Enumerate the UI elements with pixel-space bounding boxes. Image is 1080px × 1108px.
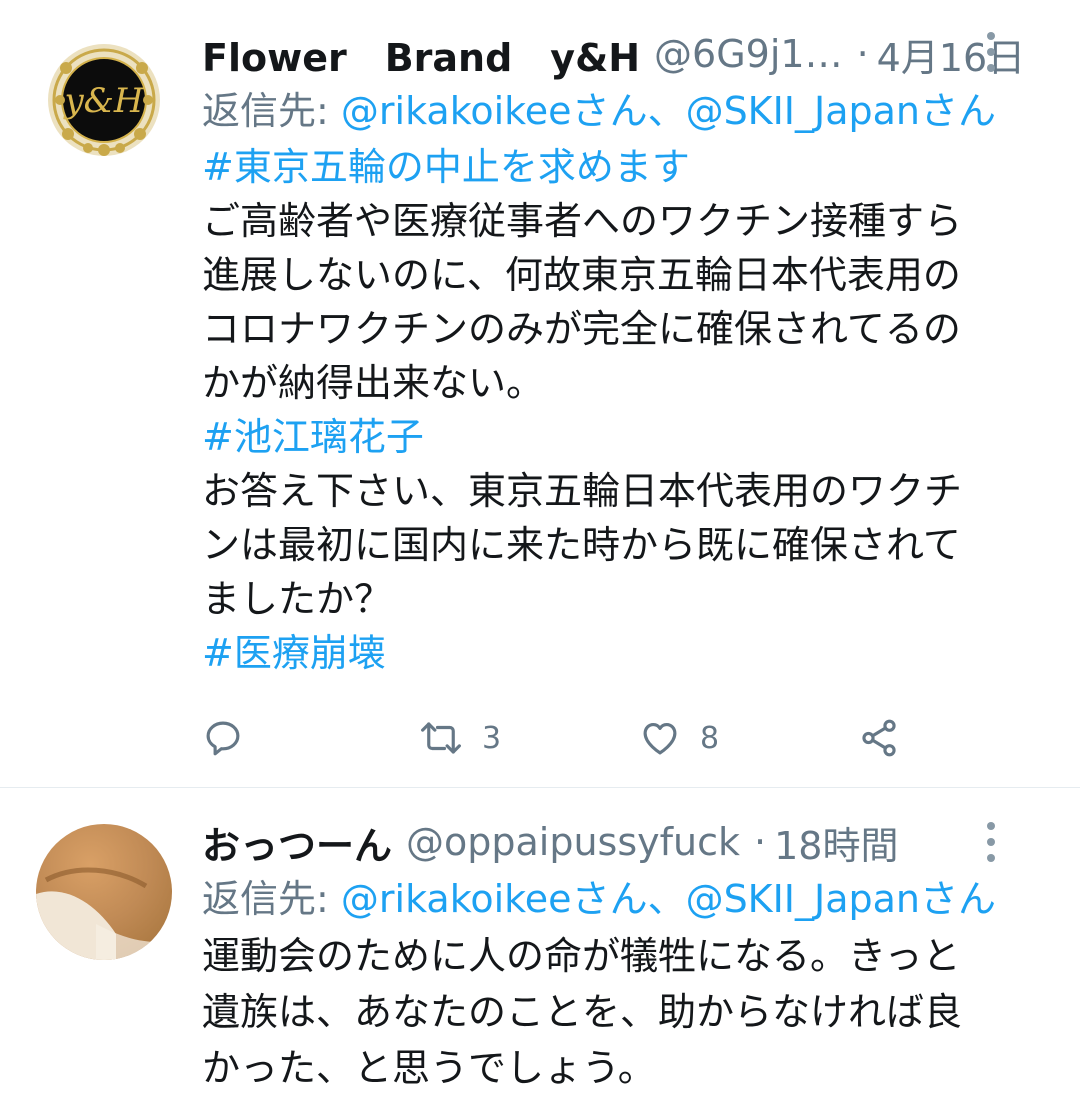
separator-dot: · bbox=[754, 820, 767, 864]
display-name[interactable]: おっつーん bbox=[202, 815, 392, 870]
tweet-content: おっつーん @oppaipussyfuck · 18時間 返信先: @rikak… bbox=[202, 0, 1042, 1108]
timestamp[interactable]: 18時間 bbox=[774, 815, 898, 870]
user-photo-icon bbox=[36, 824, 172, 960]
reply-to-label: 返信先: bbox=[202, 877, 341, 921]
reply-to-line: 返信先: @rikakoikeeさん、@SKII_Japanさん bbox=[202, 870, 1042, 928]
tweet[interactable]: おっつーん @oppaipussyfuck · 18時間 返信先: @rikak… bbox=[0, 0, 1080, 1108]
user-handle[interactable]: @oppaipussyfuck bbox=[406, 820, 740, 864]
text-line: かった、と思うでしょう。 bbox=[202, 1046, 656, 1090]
text-line: 運動会のために人の命が犠牲になる。きっと bbox=[202, 934, 961, 978]
avatar-column bbox=[32, 0, 202, 1108]
reply-to-mentions[interactable]: @rikakoikeeさん、@SKII_Japanさん bbox=[341, 877, 996, 921]
tweet-text: 運動会のために人の命が犠牲になる。きっと 遺族は、あなたのことを、助からなければ… bbox=[202, 928, 1042, 1096]
text-line: 遺族は、あなたのことを、助からなければ良 bbox=[202, 990, 963, 1034]
avatar[interactable] bbox=[36, 824, 172, 960]
more-options-icon[interactable] bbox=[986, 822, 996, 862]
tweet-header: おっつーん @oppaipussyfuck · 18時間 bbox=[202, 814, 1042, 870]
